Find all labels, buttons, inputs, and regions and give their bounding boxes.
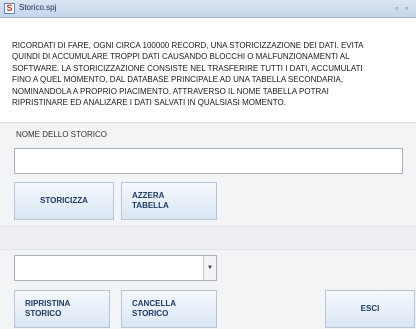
info-text: RICORDATI DI FARE, OGNI CIRCA 100000 REC…	[12, 40, 412, 108]
azzera-button-label-line1: AZZERA	[132, 191, 165, 200]
ripristina-button-label-line1: RIPRISTINA	[25, 299, 71, 308]
info-line: SOFTWARE. LA STORICIZZAZIONE CONSISTE NE…	[12, 63, 363, 73]
cancella-button-label-line1: CANCELLA	[132, 299, 176, 308]
info-line: RIPRISTINARE ED ANALIZARE I DATI SALVATI…	[12, 98, 286, 108]
app-icon: S	[4, 3, 15, 14]
azzera-button-label-line2: TABELLA	[132, 201, 169, 210]
name-input[interactable]	[14, 148, 403, 174]
maximize-icon[interactable]: ▫	[402, 4, 411, 13]
window-title: Storico.spj	[19, 3, 57, 12]
azzera-tabella-button[interactable]: AZZERA TABELLA	[121, 182, 217, 220]
window-titlebar: S Storico.spj ▫ ▫	[0, 0, 416, 18]
chevron-down-icon[interactable]: ▼	[203, 256, 216, 280]
info-line: RICORDATI DI FARE, OGNI CIRCA 100000 REC…	[12, 41, 364, 50]
esci-button-label: ESCI	[360, 304, 380, 313]
info-panel: RICORDATI DI FARE, OGNI CIRCA 100000 REC…	[0, 19, 416, 123]
name-label: NOME DELLO STORICO	[16, 130, 107, 139]
storicizza-button[interactable]: STORICIZZA	[14, 182, 114, 220]
storicizza-button-label: STORICIZZA	[40, 196, 88, 205]
storico-select[interactable]: ▼	[14, 255, 217, 281]
ripristina-storico-button[interactable]: RIPRISTINA STORICO	[14, 290, 110, 328]
info-line: NOMINANDOLA A PROPRIO PIACIMENTO. ATTRAV…	[12, 86, 329, 96]
info-line: FINO A QUEL MOMENTO, DAL DATABASE PRINCI…	[12, 75, 344, 85]
cancella-storico-button[interactable]: CANCELLA STORICO	[121, 290, 217, 328]
separator-band	[0, 226, 416, 250]
info-line: QUINDI DI ACCUMULARE TROPPI DATI CAUSAND…	[12, 52, 350, 62]
esci-button[interactable]: ESCI	[325, 290, 415, 328]
cancella-button-label-line2: STORICO	[132, 309, 169, 318]
minimize-icon[interactable]: ▫	[392, 4, 401, 13]
ripristina-button-label-line2: STORICO	[25, 309, 62, 318]
